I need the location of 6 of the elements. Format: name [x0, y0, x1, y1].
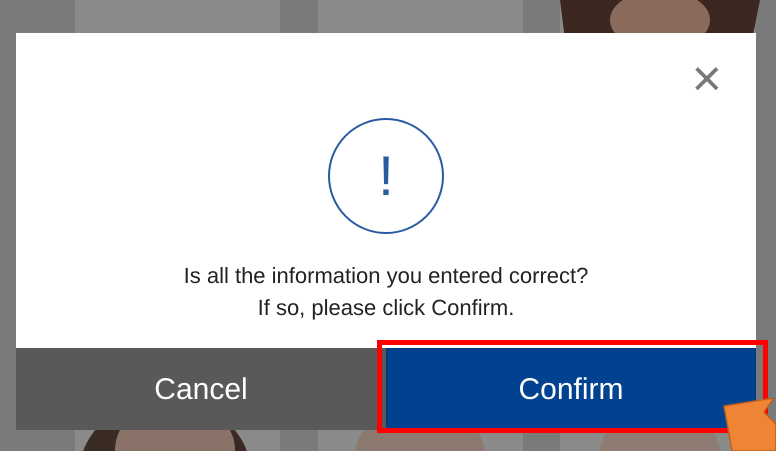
- cancel-button[interactable]: Cancel: [16, 348, 386, 430]
- message-text: If so, please click Confirm.: [258, 294, 514, 322]
- message-text: Is all the information you entered correct?: [184, 262, 588, 290]
- close-button[interactable]: ×: [692, 53, 722, 105]
- confirm-button[interactable]: Confirm: [386, 348, 756, 430]
- warning-icon: !: [328, 118, 444, 234]
